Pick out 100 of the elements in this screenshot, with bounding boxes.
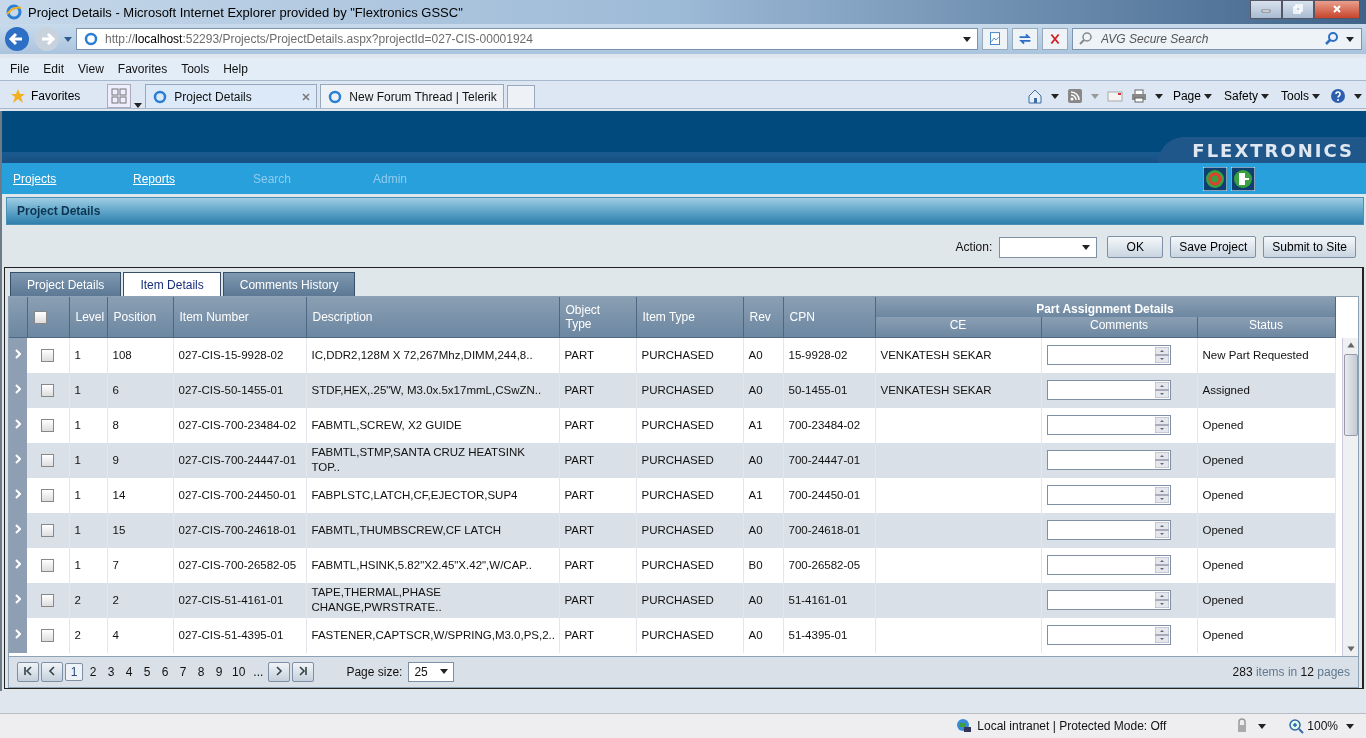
home-icon[interactable] — [1026, 88, 1043, 104]
comment-field[interactable] — [1046, 450, 1171, 470]
caret-icon[interactable] — [1346, 37, 1354, 42]
caret-icon[interactable] — [134, 103, 143, 108]
expand-chevron-icon[interactable] — [15, 593, 21, 604]
close-button[interactable] — [1314, 0, 1360, 19]
expand-chevron-icon[interactable] — [15, 383, 21, 394]
scrollbar-thumb[interactable] — [1343, 353, 1358, 436]
menu-item[interactable]: Edit — [37, 62, 73, 76]
caret-icon[interactable] — [1346, 723, 1354, 729]
mail-icon[interactable] — [1106, 88, 1123, 104]
row-checkbox[interactable] — [41, 348, 55, 362]
comment-field[interactable] — [1046, 520, 1171, 540]
minimize-button[interactable] — [1250, 0, 1282, 19]
spinner-arrows-icon[interactable] — [1154, 417, 1169, 433]
expand-chevron-icon[interactable] — [15, 418, 21, 429]
row-checkbox[interactable] — [41, 628, 55, 642]
select-all-checkbox[interactable] — [33, 310, 47, 324]
row-checkbox[interactable] — [41, 418, 55, 432]
expand-chevron-icon[interactable] — [15, 523, 21, 534]
spinner-arrows-icon[interactable] — [1154, 522, 1169, 538]
caret-icon[interactable] — [1154, 93, 1163, 99]
row-checkbox[interactable] — [41, 558, 55, 572]
comment-field[interactable] — [1046, 590, 1171, 610]
page-number-link[interactable]: ... — [250, 663, 267, 680]
spinner-arrows-icon[interactable] — [1154, 557, 1169, 573]
search-field[interactable]: AVG Secure Search — [1072, 28, 1362, 50]
favorites-button[interactable]: Favorites — [4, 84, 87, 108]
new-tab-button[interactable] — [506, 85, 535, 108]
page-number-link[interactable]: 10 — [229, 663, 249, 680]
menu-item[interactable]: File — [4, 62, 38, 76]
refresh-icon[interactable] — [1012, 28, 1038, 50]
spinner-arrows-icon[interactable] — [1154, 627, 1169, 643]
page-number-link[interactable]: 5 — [139, 663, 155, 680]
action-button[interactable]: Save Project — [1170, 236, 1257, 258]
page-number-link[interactable]: 9 — [211, 663, 227, 680]
page-tab[interactable]: Item Details — [123, 272, 221, 296]
spinner-arrows-icon[interactable] — [1154, 592, 1169, 608]
browser-tab[interactable]: Project Details — [145, 84, 318, 108]
comment-field[interactable] — [1046, 345, 1171, 365]
comment-field[interactable] — [1046, 415, 1171, 435]
page-number-link[interactable]: 7 — [175, 663, 191, 680]
search-icon[interactable] — [1324, 31, 1340, 47]
action-button[interactable]: OK — [1107, 236, 1164, 258]
expand-chevron-icon[interactable] — [15, 488, 21, 499]
page-number-link[interactable]: 8 — [193, 663, 209, 680]
spinner-arrows-icon[interactable] — [1154, 452, 1169, 468]
row-checkbox[interactable] — [41, 488, 55, 502]
first-page-button[interactable] — [17, 661, 39, 682]
menu-item[interactable]: Favorites — [111, 62, 176, 76]
browser-tab[interactable]: New Forum Thread | Telerik — [320, 84, 504, 108]
exit-door-icon[interactable] — [1231, 166, 1255, 191]
command-menu-button[interactable]: Safety — [1221, 89, 1271, 103]
page-size-dropdown[interactable]: 25 — [408, 661, 455, 682]
caret-icon[interactable] — [1258, 723, 1267, 729]
previous-page-button[interactable] — [41, 661, 63, 682]
caret-icon[interactable] — [1050, 93, 1059, 99]
printer-icon[interactable] — [1130, 88, 1147, 104]
row-checkbox[interactable] — [41, 453, 55, 467]
feed-icon[interactable] — [1066, 88, 1083, 104]
scrollbar[interactable] — [1342, 337, 1358, 656]
comment-field[interactable] — [1046, 485, 1171, 505]
address-field[interactable]: http://localhost:52293/Projects/ProjectDetails.aspx?projectId=027-CIS-00001924 — [76, 28, 978, 50]
action-dropdown[interactable] — [999, 236, 1098, 258]
row-checkbox[interactable] — [41, 523, 55, 537]
compatibility-view-icon[interactable] — [982, 28, 1008, 50]
page-tab[interactable]: Project Details — [10, 272, 122, 296]
caret-icon[interactable] — [1354, 93, 1362, 99]
page-number-link[interactable]: 2 — [85, 663, 101, 680]
comment-field[interactable] — [1046, 555, 1171, 575]
restore-button[interactable] — [1282, 0, 1314, 19]
page-number-link[interactable]: 1 — [65, 662, 83, 681]
menu-item[interactable]: Help — [217, 62, 256, 76]
help-icon[interactable] — [1330, 88, 1346, 104]
expand-chevron-icon[interactable] — [15, 348, 21, 359]
page-tab[interactable]: Comments History — [222, 272, 356, 296]
zoom-level[interactable]: 100% — [1288, 718, 1338, 734]
last-page-button[interactable] — [292, 661, 315, 682]
row-checkbox[interactable] — [41, 593, 55, 607]
spinner-arrows-icon[interactable] — [1154, 382, 1169, 398]
expand-chevron-icon[interactable] — [15, 628, 21, 639]
lifebuoy-icon[interactable] — [1203, 166, 1227, 191]
comment-field[interactable] — [1046, 625, 1171, 645]
spinner-arrows-icon[interactable] — [1154, 347, 1169, 363]
page-number-link[interactable]: 4 — [121, 663, 137, 680]
command-menu-button[interactable]: Tools — [1279, 89, 1322, 103]
spinner-arrows-icon[interactable] — [1154, 487, 1169, 503]
next-page-button[interactable] — [268, 661, 291, 682]
comment-field[interactable] — [1046, 380, 1171, 400]
menu-item[interactable]: Tools — [175, 62, 218, 76]
expand-chevron-icon[interactable] — [15, 453, 21, 464]
page-number-link[interactable]: 6 — [157, 663, 173, 680]
back-icon[interactable] — [4, 26, 30, 52]
row-checkbox[interactable] — [41, 383, 55, 397]
command-menu-button[interactable]: Page — [1170, 89, 1214, 103]
action-button[interactable]: Submit to Site — [1263, 236, 1356, 258]
stop-icon[interactable] — [1042, 28, 1068, 50]
caret-icon[interactable] — [963, 36, 971, 42]
page-number-link[interactable]: 3 — [103, 663, 119, 680]
expand-chevron-icon[interactable] — [15, 558, 21, 569]
